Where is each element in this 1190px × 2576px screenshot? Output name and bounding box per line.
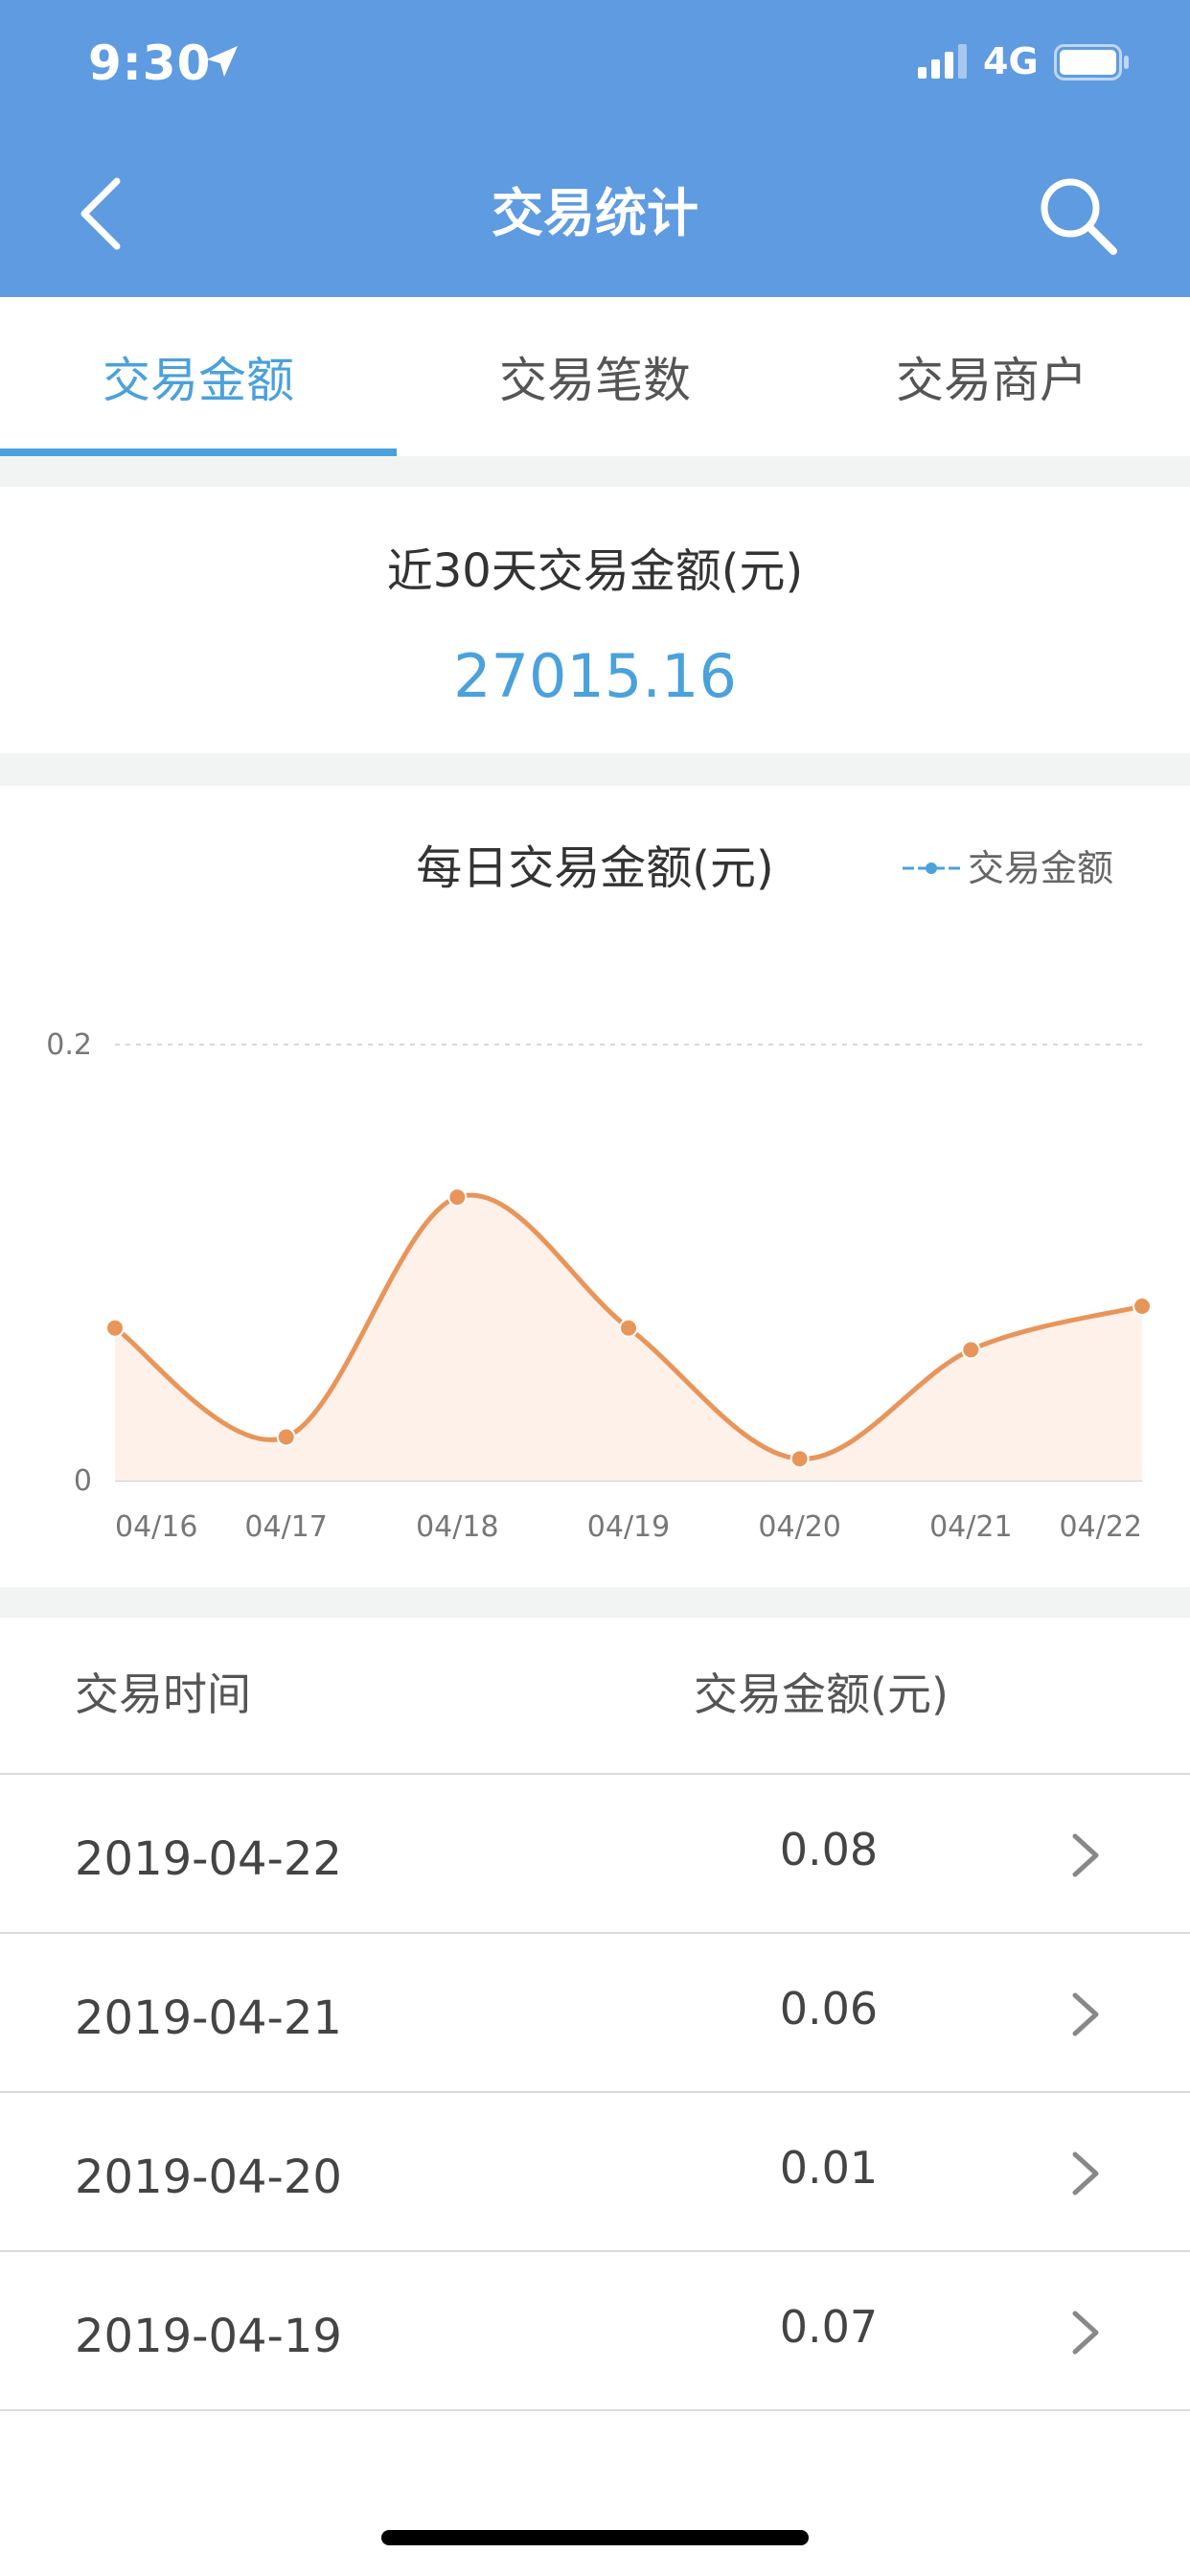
data-point-04-21[interactable] — [961, 1340, 981, 1360]
tab-transaction-amount[interactable]: 交易金额 — [0, 297, 397, 456]
chevron-right-icon — [1072, 1992, 1099, 2036]
tab-label: 交易商户 — [896, 353, 1087, 408]
legend-line-marker-icon — [903, 862, 960, 874]
x-tick-label: 04/16 — [115, 1510, 197, 1544]
tab-transaction-merchants[interactable]: 交易商户 — [793, 297, 1190, 456]
x-tick-label: 04/17 — [244, 1510, 327, 1544]
row-amount: 0.01 — [779, 2142, 879, 2194]
row-amount: 0.06 — [779, 1983, 879, 2035]
tab-bar: 交易金额 交易笔数 交易商户 — [0, 297, 1190, 456]
summary-value: 27015.16 — [453, 641, 737, 711]
data-point-04-20[interactable] — [790, 1449, 810, 1469]
transaction-table: 交易时间 交易金额(元) 2019-04-22 0.08 2019-04-21 0.0… — [0, 1618, 1190, 2461]
network-type: 4G — [983, 40, 1039, 82]
chart-title: 每日交易金额(元) — [416, 841, 774, 895]
app-screen: 9:30 4G 交易统计 交易金额 交易笔数 交易商户 近30天交易金额(元) … — [0, 0, 1190, 2576]
data-point-04-22[interactable] — [1133, 1297, 1152, 1316]
x-tick-label: 04/18 — [416, 1510, 498, 1544]
chevron-right-icon — [1072, 1833, 1099, 1877]
chart-legend[interactable]: 交易金额 — [901, 843, 1113, 893]
row-date: 2019-04-22 — [75, 1832, 342, 1886]
active-tab-indicator — [0, 448, 397, 456]
row-date: 2019-04-21 — [75, 1991, 342, 2045]
row-amount: 0.07 — [779, 2301, 879, 2353]
nav-header: 9:30 4G 交易统计 — [0, 0, 1190, 297]
table-header: 交易时间 交易金额(元) — [0, 1618, 1190, 1775]
location-arrow-icon — [207, 46, 238, 77]
tab-label: 交易金额 — [103, 353, 294, 408]
x-tick-label: 04/22 — [1060, 1510, 1142, 1544]
line-chart: 0 0.2 04/16 04/17 04/18 04/19 04/20 04/21 04/22 — [46, 1028, 1152, 1544]
page-title: 交易统计 — [492, 183, 698, 243]
summary-card: 近30天交易金额(元) 27015.16 — [0, 487, 1190, 753]
section-divider — [0, 456, 1190, 487]
status-time: 9:30 — [88, 35, 212, 91]
data-point-04-19[interactable] — [619, 1318, 638, 1338]
table-row[interactable]: 2019-04-22 0.08 — [0, 1775, 1190, 1934]
x-tick-label: 04/19 — [587, 1510, 670, 1544]
row-date: 2019-04-20 — [75, 2150, 342, 2204]
column-header-amount: 交易金额(元) — [694, 1668, 949, 1720]
search-button[interactable] — [1035, 172, 1121, 259]
table-row[interactable]: 2019-04-20 0.01 — [0, 2093, 1190, 2252]
bottom-safe-area — [0, 2461, 1190, 2576]
battery-icon — [1054, 44, 1129, 80]
data-point-04-18[interactable] — [447, 1187, 468, 1208]
chevron-right-icon — [1072, 2311, 1099, 2355]
tab-label: 交易笔数 — [499, 353, 691, 408]
x-tick-label: 04/20 — [758, 1510, 840, 1544]
search-icon — [1041, 178, 1117, 255]
home-indicator — [381, 2530, 809, 2545]
table-body: 2019-04-22 0.08 2019-04-21 0.06 2019-04-20 0.… — [0, 1775, 1190, 2411]
row-date: 2019-04-19 — [75, 2310, 342, 2363]
legend-label: 交易金额 — [968, 847, 1114, 889]
data-point-04-17[interactable] — [276, 1427, 296, 1447]
summary-label: 近30天交易金额(元) — [386, 544, 804, 598]
section-divider — [0, 753, 1190, 786]
cellular-signal-icon — [918, 44, 967, 79]
table-row[interactable]: 2019-04-21 0.06 — [0, 1934, 1190, 2093]
y-tick-label: 0.2 — [46, 1028, 92, 1062]
column-header-time: 交易时间 — [75, 1668, 251, 1720]
table-row[interactable]: 2019-04-19 0.07 — [0, 2252, 1190, 2411]
y-tick-label: 0 — [74, 1464, 92, 1498]
section-divider — [0, 1587, 1190, 1618]
daily-amount-chart: 0 0.2 04/16 04/17 04/18 04/19 04/20 04/21 04/22… — [0, 786, 1190, 1587]
row-amount: 0.08 — [779, 1824, 879, 1875]
x-tick-label: 04/21 — [929, 1510, 1012, 1544]
chevron-right-icon — [1072, 2151, 1099, 2196]
data-point-04-16[interactable] — [105, 1318, 125, 1338]
tab-transaction-count[interactable]: 交易笔数 — [397, 297, 793, 456]
